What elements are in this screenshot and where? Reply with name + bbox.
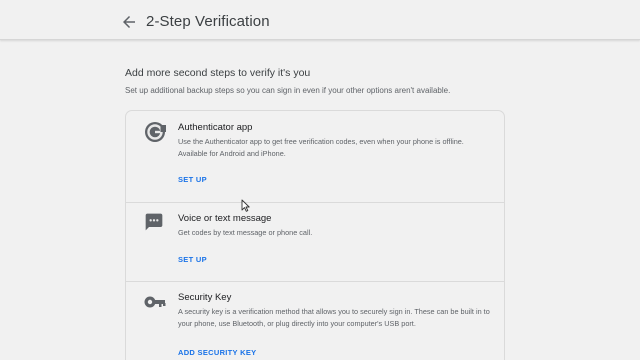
option-description: Get codes by text message or phone call. [178, 228, 313, 237]
option-title: Voice or text message [178, 213, 272, 224]
mouse-cursor-icon [241, 199, 250, 217]
option-description: Use the Authenticator app to get free ve… [178, 137, 464, 158]
option-title: Authenticator app [178, 122, 253, 133]
option-title: Security Key [178, 292, 232, 303]
second-steps-card: Authenticator app Use the Authenticator … [125, 110, 505, 360]
option-description: A security key is a verification method … [178, 307, 490, 328]
option-security-key: Security Key A security key is a verific… [126, 282, 504, 360]
voice-text-setup-button[interactable]: SET UP [178, 255, 207, 264]
option-voice-text: Voice or text message Get codes by text … [126, 203, 504, 281]
message-icon [144, 212, 164, 237]
authenticator-app-icon [144, 121, 166, 148]
top-app-bar: 2-Step Verification [0, 0, 640, 40]
section-heading: Add more second steps to verify it's you [125, 67, 311, 79]
authenticator-setup-button[interactable]: SET UP [178, 175, 207, 184]
arrow-back-icon[interactable] [120, 13, 138, 31]
key-icon [144, 295, 166, 314]
page-title: 2-Step Verification [146, 13, 270, 30]
add-security-key-button[interactable]: ADD SECURITY KEY [178, 348, 256, 357]
section-subheading: Set up additional backup steps so you ca… [125, 86, 451, 95]
option-authenticator-app: Authenticator app Use the Authenticator … [126, 111, 504, 202]
